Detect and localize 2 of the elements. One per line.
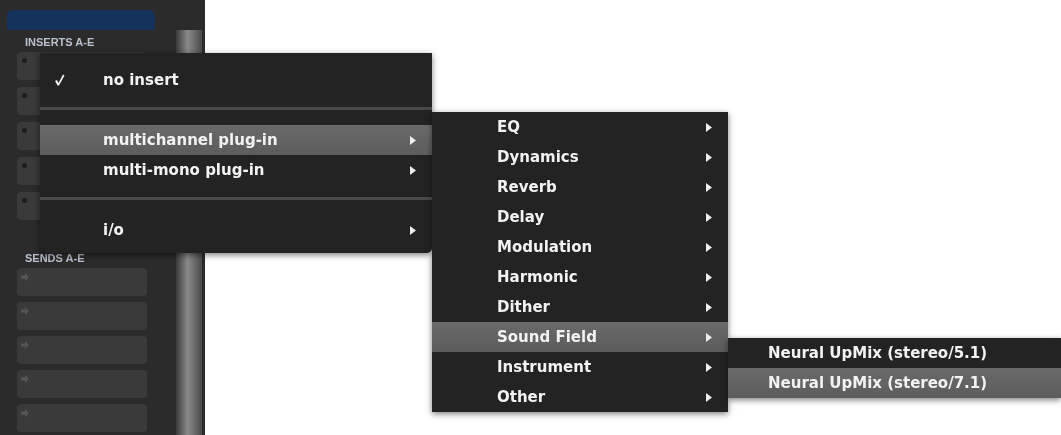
- sends-label: SENDS A-E: [25, 252, 85, 264]
- inserts-label: INSERTS A-E: [25, 35, 95, 50]
